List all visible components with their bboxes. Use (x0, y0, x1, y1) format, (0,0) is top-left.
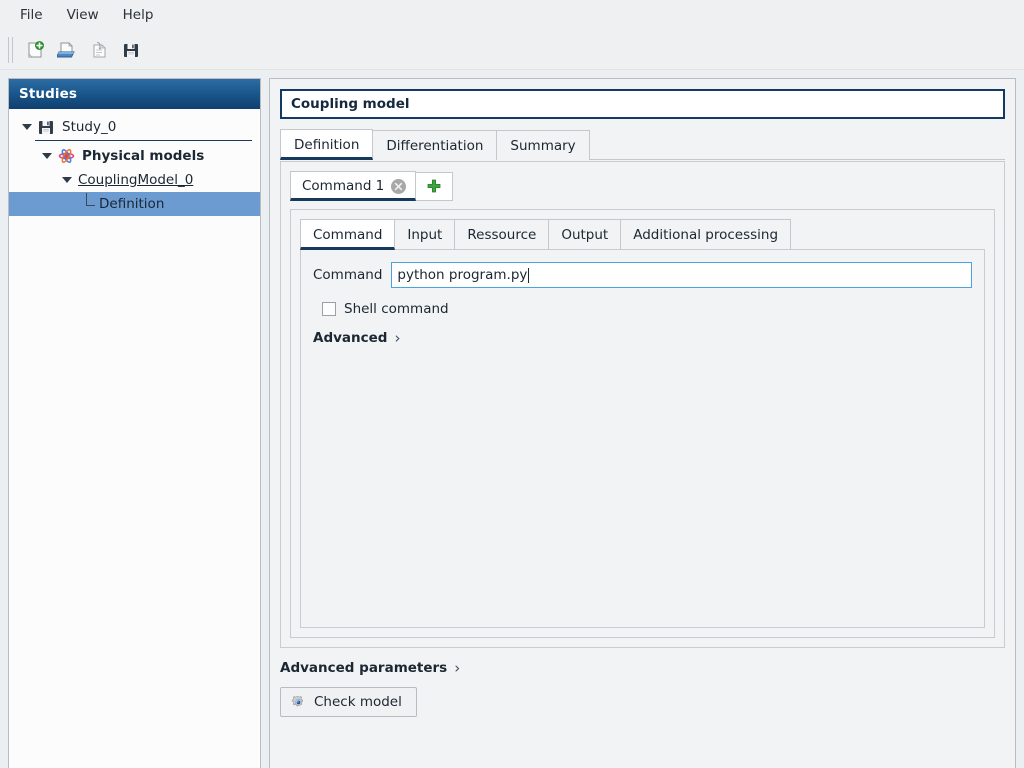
command-tab-label: Command 1 (302, 178, 384, 194)
command-field-row: Command python program.py (313, 262, 972, 288)
tree-item-label: Study_0 (62, 119, 116, 135)
command-field-label: Command (313, 267, 382, 283)
tab-definition[interactable]: Definition (280, 129, 373, 160)
subtab-additional-processing[interactable]: Additional processing (620, 219, 791, 250)
tree-item-label: Definition (99, 196, 164, 212)
shell-command-label: Shell command (344, 301, 449, 317)
chevron-down-icon[interactable] (61, 174, 73, 186)
chevron-down-icon[interactable] (41, 150, 53, 162)
command-panel: Command Input Ressource Output Additiona… (290, 209, 995, 638)
bottom-actions: Advanced parameters › Check model (280, 660, 1005, 717)
studies-tree: Study_0 Physical models (9, 109, 260, 768)
subtab-command[interactable]: Command (300, 219, 395, 250)
tree-item-label: Physical models (82, 148, 204, 164)
tree-item-study-0[interactable]: Study_0 (9, 115, 260, 139)
command-tab-1[interactable]: Command 1 (290, 171, 416, 201)
subtab-input[interactable]: Input (394, 219, 455, 250)
menu-item-help[interactable]: Help (111, 3, 166, 27)
command-subtabbar: Command Input Ressource Output Additiona… (300, 219, 985, 250)
definition-panel: Command 1 Command Input (280, 161, 1005, 648)
check-model-button[interactable]: Check model (280, 687, 417, 717)
tree-item-definition[interactable]: Definition (9, 192, 260, 216)
text-caret (528, 268, 529, 283)
toolbar-drag-handle[interactable] (6, 37, 15, 63)
save-button[interactable] (116, 35, 146, 65)
advanced-parameters-label: Advanced parameters (280, 660, 447, 676)
menu-item-view[interactable]: View (55, 3, 111, 27)
plus-icon (427, 179, 441, 193)
menu-bar: File View Help (0, 0, 1024, 30)
command-input-value: python program.py (397, 267, 527, 283)
open-study-button[interactable] (52, 35, 82, 65)
floppy-icon (38, 119, 56, 135)
tree-item-label: CouplingModel_0 (78, 172, 193, 188)
advanced-label: Advanced (313, 330, 387, 346)
tree-elbow-connector (81, 193, 97, 215)
close-icon[interactable] (391, 179, 406, 194)
tab-summary[interactable]: Summary (496, 130, 589, 160)
toolbar (0, 30, 1024, 70)
new-study-button[interactable] (20, 35, 50, 65)
definition-tabbar: Definition Differentiation Summary (280, 128, 1005, 160)
tree-item-coupling-model-0[interactable]: CouplingModel_0 (9, 168, 260, 192)
advanced-toggle[interactable]: Advanced › (313, 330, 972, 346)
content-panel: Coupling model Definition Differentiatio… (269, 78, 1016, 768)
shell-command-checkbox[interactable] (322, 302, 336, 316)
import-script-icon (89, 40, 109, 60)
subtab-output[interactable]: Output (548, 219, 621, 250)
chevron-down-icon[interactable] (21, 121, 33, 133)
advanced-parameters-toggle[interactable]: Advanced parameters › (280, 660, 1005, 676)
command-form-panel: Command python program.py Shell command … (300, 249, 985, 628)
chevron-right-icon: › (394, 331, 400, 346)
atom-icon (58, 148, 76, 164)
tree-item-physical-models[interactable]: Physical models (9, 144, 260, 168)
shell-command-row[interactable]: Shell command (322, 301, 972, 317)
page-title: Coupling model (280, 89, 1005, 119)
menu-item-file[interactable]: File (8, 3, 55, 27)
command-input[interactable]: python program.py (391, 262, 972, 288)
sidebar-header: Studies (9, 79, 260, 109)
tree-separator-rule (35, 140, 252, 141)
add-command-button[interactable] (416, 172, 453, 201)
save-icon (121, 40, 141, 60)
open-study-icon (57, 40, 77, 60)
chevron-right-icon: › (454, 661, 460, 676)
command-tabbar: Command 1 (290, 171, 995, 201)
gear-icon (291, 695, 306, 710)
subtab-ressource[interactable]: Ressource (454, 219, 549, 250)
main-area: Studies Study_0 (0, 70, 1024, 768)
import-script-button[interactable] (84, 35, 114, 65)
studies-sidebar: Studies Study_0 (8, 78, 261, 768)
tab-differentiation[interactable]: Differentiation (372, 130, 497, 160)
check-model-label: Check model (314, 694, 402, 710)
new-study-icon (25, 40, 45, 60)
